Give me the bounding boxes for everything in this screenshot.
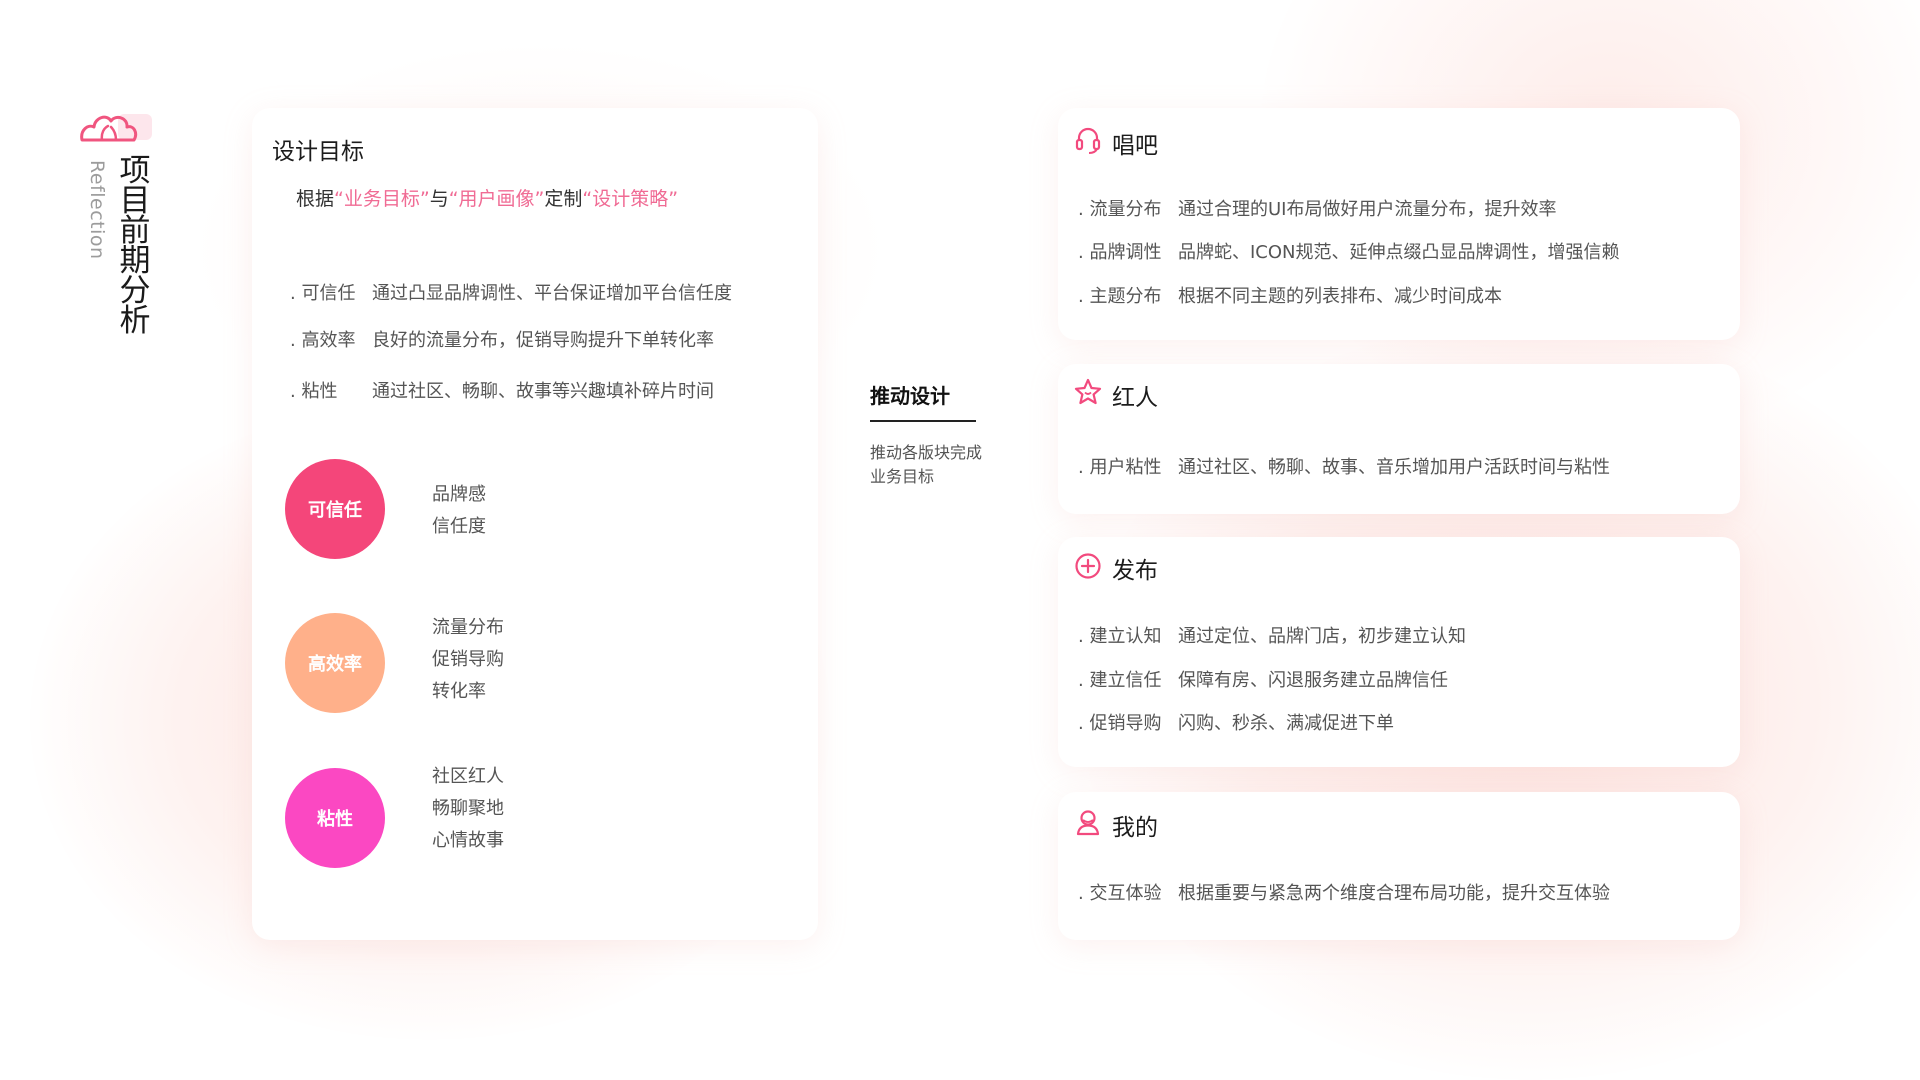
- goal-highlight: “业务目标”: [334, 188, 430, 210]
- design-goal-heading: 设计目标: [272, 139, 364, 165]
- goal-highlight: “设计策略”: [582, 188, 679, 210]
- divider: [870, 420, 976, 422]
- keyword: 转化率: [432, 681, 486, 702]
- trust-circle: 可信任: [285, 459, 385, 559]
- card-title: 我的: [1112, 815, 1158, 841]
- row-text: 保障有房、闪退服务建立品牌信任: [1178, 670, 1448, 691]
- attribute-key: . 高效率: [290, 330, 356, 351]
- card-row: . 建立信任 保障有房、闪退服务建立品牌信任: [1078, 666, 1448, 692]
- row-text: 品牌蛇、ICON规范、延伸点缀凸显品牌调性，增强信赖: [1178, 242, 1620, 263]
- row-text: 通过合理的UI布局做好用户流量分布，提升效率: [1178, 199, 1557, 220]
- row-key: . 建立信任: [1078, 670, 1162, 691]
- goal-highlight: “用户画像”: [448, 188, 545, 210]
- title-char: 分: [119, 273, 151, 309]
- row-text: 通过社区、畅聊、故事、音乐增加用户活跃时间与粘性: [1178, 457, 1610, 478]
- goal-text: 定制: [544, 188, 583, 210]
- efficiency-circle: 高效率: [285, 613, 385, 713]
- attribute-row: . 粘性 通过社区、畅聊、故事等兴趣填补碎片时间: [290, 377, 714, 403]
- page-title: 项 目 前 期 分 析: [118, 153, 152, 339]
- keyword-list: 品牌感 信任度: [432, 479, 486, 543]
- row-text: 根据重要与紧急两个维度合理布局功能，提升交互体验: [1178, 883, 1610, 904]
- title-char: 目: [119, 183, 151, 219]
- attribute-key: . 可信任: [290, 283, 356, 304]
- title-char: 析: [119, 303, 151, 339]
- drive-design-title: 推动设计: [870, 384, 950, 408]
- keyword: 心情故事: [432, 830, 504, 851]
- keyword-list: 流量分布 促销导购 转化率: [432, 612, 504, 708]
- card-row: . 建立认知 通过定位、品牌门店，初步建立认知: [1078, 622, 1466, 648]
- card-row: . 促销导购 闪购、秒杀、满减促进下单: [1078, 709, 1394, 735]
- card-row: . 主题分布 根据不同主题的列表排布、减少时间成本: [1078, 282, 1502, 308]
- attribute-row: . 高效率 良好的流量分布，促销导购提升下单转化率: [290, 326, 714, 352]
- row-key: . 用户粘性: [1078, 457, 1162, 478]
- keyword: 品牌感: [432, 484, 486, 505]
- card-row: . 流量分布 通过合理的UI布局做好用户流量分布，提升效率: [1078, 195, 1556, 221]
- design-goal-statement: 根据“业务目标”与“用户画像”定制“设计策略”: [296, 184, 678, 211]
- row-text: 根据不同主题的列表排布、减少时间成本: [1178, 286, 1502, 307]
- module-card-influencer: [1058, 364, 1740, 514]
- goal-text: 根据: [296, 188, 335, 210]
- attribute-row: . 可信任 通过凸显品牌调性、平台保证增加平台信任度: [290, 279, 732, 305]
- row-key: . 主题分布: [1078, 286, 1162, 307]
- title-char: 期: [119, 243, 151, 279]
- stickiness-circle: 粘性: [285, 768, 385, 868]
- row-key: . 促销导购: [1078, 713, 1162, 734]
- row-key: . 流量分布: [1078, 199, 1162, 220]
- user-icon: [1076, 810, 1100, 836]
- plus-circle-icon: [1075, 553, 1101, 579]
- cloud-logo-icon: [80, 114, 152, 142]
- circle-label: 可信任: [308, 500, 362, 521]
- card-title: 唱吧: [1112, 133, 1158, 159]
- row-key: . 交互体验: [1078, 883, 1162, 904]
- attribute-text: 通过凸显品牌调性、平台保证增加平台信任度: [372, 283, 732, 304]
- card-row: . 交互体验 根据重要与紧急两个维度合理布局功能，提升交互体验: [1078, 879, 1610, 905]
- keyword: 社区红人: [432, 766, 504, 787]
- page-subtitle: Reflection: [86, 160, 108, 260]
- attribute-key: . 粘性: [290, 381, 338, 402]
- description-line: 业务目标: [870, 467, 935, 486]
- card-title: 发布: [1112, 558, 1158, 584]
- attribute-text: 良好的流量分布，促销导购提升下单转化率: [372, 330, 714, 351]
- row-text: 通过定位、品牌门店，初步建立认知: [1178, 626, 1466, 647]
- card-row: . 品牌调性 品牌蛇、ICON规范、延伸点缀凸显品牌调性，增强信赖: [1078, 238, 1620, 264]
- drive-design-description: 推动各版块完成 业务目标: [870, 441, 982, 489]
- title-char: 项: [119, 153, 151, 189]
- circle-label: 粘性: [317, 809, 353, 830]
- goal-text: 与: [429, 188, 449, 210]
- star-icon: [1074, 378, 1102, 405]
- keyword: 流量分布: [432, 617, 504, 638]
- headset-icon: [1075, 127, 1101, 154]
- row-key: . 建立认知: [1078, 626, 1162, 647]
- module-card-mine: [1058, 792, 1740, 940]
- description-line: 推动各版块完成: [870, 443, 983, 462]
- circle-label: 高效率: [308, 654, 362, 675]
- card-row: . 用户粘性 通过社区、畅聊、故事、音乐增加用户活跃时间与粘性: [1078, 453, 1610, 479]
- title-char: 前: [119, 213, 151, 249]
- card-title: 红人: [1112, 385, 1158, 411]
- row-key: . 品牌调性: [1078, 242, 1162, 263]
- keyword: 信任度: [432, 516, 486, 537]
- row-text: 闪购、秒杀、满减促进下单: [1178, 713, 1394, 734]
- keyword: 畅聊聚地: [432, 798, 504, 819]
- keyword-list: 社区红人 畅聊聚地 心情故事: [432, 761, 504, 857]
- slide: 项 目 前 期 分 析 Reflection 设计目标 根据“业务目标”与“用户…: [0, 0, 1920, 1080]
- attribute-text: 通过社区、畅聊、故事等兴趣填补碎片时间: [372, 381, 714, 402]
- keyword: 促销导购: [432, 649, 504, 670]
